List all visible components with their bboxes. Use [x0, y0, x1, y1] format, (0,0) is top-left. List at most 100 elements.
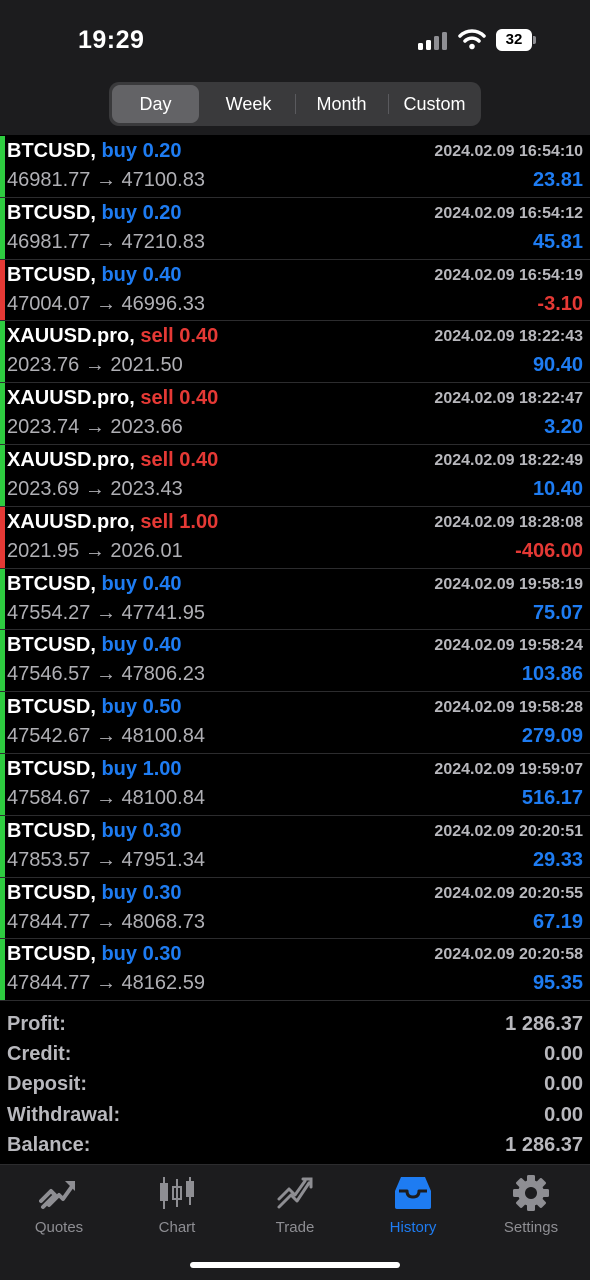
- deal-row[interactable]: XAUUSD.pro, sell 0.40 2024.02.09 18:22:47…: [0, 383, 590, 445]
- deal-title: XAUUSD.pro, sell 1.00: [7, 511, 218, 534]
- deal-volume: 0.40: [179, 325, 219, 348]
- summary-credit: Credit: 0.00: [0, 1040, 590, 1070]
- result-bar: [0, 630, 5, 692]
- period-month[interactable]: Month: [298, 85, 385, 123]
- period-day[interactable]: Day: [112, 85, 199, 123]
- deal-time: 2024.02.09 16:54:12: [434, 204, 583, 222]
- deal-symbol: XAUUSD.pro,: [7, 448, 135, 471]
- deal-time: 2024.02.09 19:58:19: [434, 575, 583, 593]
- deal-row[interactable]: BTCUSD, buy 0.40 2024.02.09 16:54:19 47004…: [0, 259, 590, 322]
- deal-row[interactable]: BTCUSD, buy 0.50 2024.02.09 19:58:28 47542…: [0, 692, 590, 754]
- deal-symbol: BTCUSD,: [7, 819, 96, 842]
- summary-withdrawal: Withdrawal: 0.00: [0, 1101, 590, 1131]
- deal-volume: 0.20: [142, 140, 182, 162]
- signal-icon: [418, 32, 448, 50]
- battery-icon: 32: [496, 29, 536, 51]
- deal-row[interactable]: BTCUSD, buy 1.00 2024.02.09 19:59:07 47584…: [0, 753, 590, 816]
- deal-volume: 0.30: [142, 819, 182, 842]
- tab-label: History: [389, 1219, 437, 1236]
- deal-time: 2024.02.09 18:28:08: [434, 513, 583, 531]
- deal-prices: 2023.76 → 2021.50: [7, 354, 183, 377]
- trade-icon: [277, 1177, 313, 1209]
- deal-symbol: BTCUSD,: [7, 696, 96, 719]
- deal-symbol: BTCUSD,: [7, 201, 96, 224]
- home-indicator: [190, 1262, 400, 1268]
- result-bar: [0, 815, 5, 877]
- deal-title: BTCUSD, buy 0.30: [7, 882, 182, 905]
- deal-row[interactable]: XAUUSD.pro, sell 0.40 2024.02.09 18:22:49…: [0, 444, 590, 507]
- deal-prices: 47554.27 → 47741.95: [7, 601, 205, 624]
- deal-profit: 103.86: [521, 663, 583, 686]
- tab-quotes[interactable]: Quotes: [0, 1175, 118, 1239]
- history-icon: [395, 1177, 431, 1209]
- deal-title: XAUUSD.pro, sell 0.40: [7, 387, 218, 410]
- tab-chart[interactable]: Chart: [118, 1175, 236, 1239]
- deal-time: 2024.02.09 20:20:55: [434, 884, 583, 902]
- chart-icon: [160, 1177, 194, 1209]
- deal-profit: 45.81: [532, 230, 583, 253]
- deal-title: BTCUSD, buy 0.40: [7, 634, 182, 657]
- tab-history[interactable]: History: [354, 1175, 472, 1239]
- deal-time: 2024.02.09 16:54:10: [434, 143, 583, 160]
- tab-label: Quotes: [34, 1219, 84, 1236]
- deal-side: buy: [101, 140, 138, 162]
- result-bar: [0, 444, 5, 506]
- deal-row[interactable]: BTCUSD, buy 0.30 2024.02.09 20:20:51 47853…: [0, 815, 590, 878]
- deal-time: 2024.02.09 20:20:51: [434, 822, 583, 840]
- settings-icon: [513, 1175, 549, 1211]
- period-week[interactable]: Week: [205, 85, 292, 123]
- deal-time: 2024.02.09 19:58:24: [434, 637, 583, 655]
- deal-prices: 2023.69 → 2023.43: [7, 477, 183, 500]
- deal-title: BTCUSD, buy 0.40: [7, 573, 182, 596]
- result-bar: [0, 877, 5, 939]
- header: Day Week Month Custom: [0, 78, 590, 135]
- deal-row[interactable]: XAUUSD.pro, sell 1.00 2024.02.09 18:28:08…: [0, 506, 590, 569]
- deal-prices: 47546.57 → 47806.23: [7, 663, 205, 686]
- deal-title: BTCUSD, buy 0.30: [7, 943, 182, 966]
- summary-value: 1 286.37: [505, 1133, 583, 1156]
- summary-label: Withdrawal:: [7, 1103, 121, 1126]
- deal-row[interactable]: BTCUSD, buy 0.30 2024.02.09 20:20:58 47844…: [0, 939, 590, 1002]
- deal-row[interactable]: BTCUSD, buy 0.20 2024.02.09 16:54:12 46981…: [0, 197, 590, 260]
- period-selector: Day Week Month Custom: [109, 82, 481, 126]
- deal-time: 2024.02.09 19:59:07: [434, 760, 583, 778]
- summary-balance: Balance: 1 286.37: [0, 1131, 590, 1161]
- deal-row[interactable]: BTCUSD, buy 0.20 2024.02.09 16:54:10 46981…: [0, 136, 590, 198]
- deal-side: buy: [101, 819, 138, 842]
- deal-prices: 47584.67 → 48100.84: [7, 786, 205, 809]
- deal-profit: 279.09: [521, 725, 583, 748]
- deal-volume: 0.40: [142, 572, 182, 595]
- tab-settings[interactable]: Settings: [472, 1175, 590, 1239]
- deal-prices: 47542.67 → 48100.84: [7, 725, 205, 748]
- deal-profit: -406.00: [515, 539, 583, 562]
- deal-title: BTCUSD, buy 0.20: [7, 140, 182, 163]
- deal-profit: 95.35: [532, 972, 583, 995]
- result-bar: [0, 383, 5, 444]
- deal-prices: 2021.95 → 2026.01: [7, 539, 183, 562]
- deal-row[interactable]: BTCUSD, buy 0.30 2024.02.09 20:20:55 47844…: [0, 877, 590, 940]
- deal-volume: 0.50: [142, 696, 182, 719]
- result-bar: [0, 259, 5, 321]
- deal-profit: 29.33: [532, 848, 583, 871]
- battery-level: 32: [496, 29, 532, 51]
- period-custom[interactable]: Custom: [391, 85, 478, 123]
- deal-prices: 47853.57 → 47951.34: [7, 848, 205, 871]
- tab-trade[interactable]: Trade: [236, 1175, 354, 1239]
- deal-side: buy: [101, 572, 138, 595]
- deal-row[interactable]: BTCUSD, buy 0.40 2024.02.09 19:58:24 47546…: [0, 630, 590, 693]
- summary-label: Credit:: [7, 1043, 72, 1066]
- deal-profit: 67.19: [532, 910, 583, 933]
- summary-value: 0.00: [544, 1043, 583, 1066]
- status-bar: 19:29 32: [0, 0, 590, 78]
- deal-time: 2024.02.09 18:22:49: [434, 451, 583, 469]
- deal-row[interactable]: XAUUSD.pro, sell 0.40 2024.02.09 18:22:43…: [0, 321, 590, 384]
- deal-row[interactable]: BTCUSD, buy 0.40 2024.02.09 19:58:19 47554…: [0, 568, 590, 631]
- deal-symbol: BTCUSD,: [7, 263, 96, 286]
- deal-time: 2024.02.09 20:20:58: [434, 946, 583, 964]
- deal-profit: 75.07: [532, 601, 583, 624]
- deal-symbol: BTCUSD,: [7, 943, 96, 966]
- summary-value: 0.00: [544, 1073, 583, 1096]
- summary-profit: Profit: 1 286.37: [0, 1010, 590, 1040]
- tab-label: Trade: [275, 1219, 315, 1236]
- deal-prices: 46981.77 → 47210.83: [7, 230, 205, 253]
